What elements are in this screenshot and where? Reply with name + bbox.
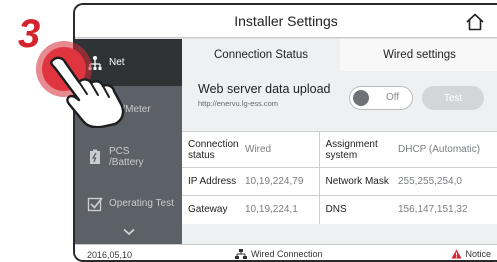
network-info-table: Connection status Wired Assignment syste… — [182, 131, 497, 224]
sidebar-item-operating-test[interactable]: Operating Test — [75, 180, 182, 227]
sidebar-item-label: Operating Test — [109, 198, 174, 209]
pointing-hand-icon — [50, 56, 125, 128]
web-upload-url: http://enervu.lg-ess.com — [198, 99, 279, 108]
table-label: Connection status — [182, 131, 239, 168]
status-bar: 2016,05,10 Wired Connection Notice — [75, 244, 497, 260]
step-number: 3 — [18, 12, 41, 56]
web-upload-title: Web server data upload — [198, 82, 331, 96]
table-label: Network Mask — [319, 167, 392, 196]
page-title: Installer Settings — [234, 13, 338, 29]
toggle-knob — [353, 90, 369, 106]
notice-button[interactable]: Notice — [451, 249, 491, 259]
table-value: 156,147,151,32 — [392, 195, 497, 224]
tab-connection-status[interactable]: Connection Status — [182, 39, 340, 71]
table-label: IP Address — [182, 167, 239, 196]
status-date: 2016,05,10 — [87, 250, 133, 260]
test-button[interactable]: Test — [422, 86, 484, 110]
checkbox-icon — [87, 196, 103, 211]
table-row: Gateway 10,19,224,1 DNS 156,147,151,32 — [182, 195, 497, 224]
table-row: IP Address 10,19,224,79 Network Mask 255… — [182, 167, 497, 196]
sidebar-item-pcs-battery[interactable]: PCS /Battery — [75, 133, 182, 180]
table-label: Assignment system — [319, 131, 392, 168]
notice-label: Notice — [465, 249, 491, 259]
title-bar: Installer Settings — [75, 5, 497, 38]
connection-status-indicator: Wired Connection — [235, 249, 323, 259]
table-label: Gateway — [182, 195, 239, 224]
tab-bar: Connection Status Wired settings — [182, 39, 497, 71]
toggle-label: Off — [386, 92, 400, 103]
connection-label: Wired Connection — [251, 249, 323, 259]
tab-wired-settings[interactable]: Wired settings — [340, 39, 497, 71]
connection-status-panel: Web server data upload http://enervu.lg-… — [182, 71, 497, 244]
table-value: DHCP (Automatic) — [392, 131, 497, 168]
table-value: 10,19,224,79 — [239, 167, 320, 196]
chevron-down-icon[interactable] — [75, 225, 182, 239]
sidebar-item-label: PCS /Battery — [109, 145, 144, 168]
warning-icon — [451, 249, 462, 259]
battery-icon — [90, 149, 100, 164]
table-value: 10,19,224,1 — [239, 195, 320, 224]
network-icon — [235, 249, 247, 259]
device-screen: Installer Settings Net PV/Meter PCS /Bat… — [73, 3, 497, 262]
table-value: Wired — [239, 131, 320, 168]
web-upload-toggle[interactable]: Off — [349, 86, 413, 110]
web-upload-row: Web server data upload http://enervu.lg-… — [182, 71, 497, 125]
table-label: DNS — [319, 195, 392, 224]
home-icon[interactable] — [465, 12, 485, 32]
table-value: 255,255,254,0 — [392, 167, 497, 196]
table-row: Connection status Wired Assignment syste… — [182, 131, 497, 168]
